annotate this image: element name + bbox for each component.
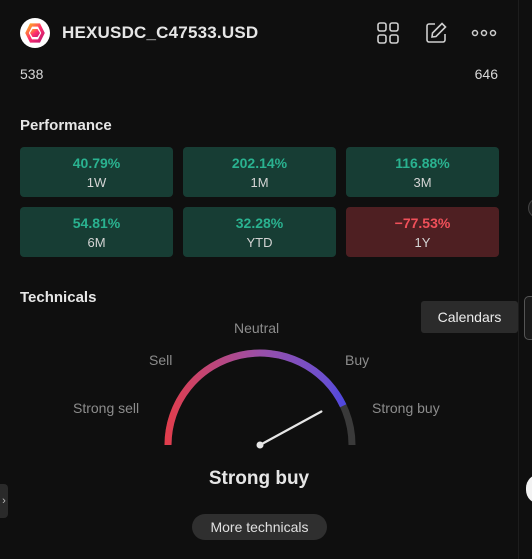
technicals-gauge: Neutral Sell Buy Strong sell Strong buy — [0, 310, 518, 470]
perf-value: 116.88% — [395, 154, 450, 171]
perf-cell-1m[interactable]: 202.14% 1M — [183, 147, 336, 197]
perf-period: 6M — [87, 234, 106, 250]
more-technicals-button[interactable]: More technicals — [192, 514, 327, 540]
gauge-track — [164, 349, 356, 446]
perf-value: 32.28% — [235, 214, 284, 231]
performance-title: Performance — [20, 117, 112, 134]
perf-value: 40.79% — [72, 154, 121, 171]
technicals-verdict: Strong buy — [208, 468, 310, 489]
gauge-fill — [164, 349, 347, 446]
range-low-value: 538 — [20, 66, 44, 82]
perf-value: 54.81% — [72, 214, 121, 231]
performance-grid: 40.79% 1W 202.14% 1M 116.88% 3M 54.81% 6… — [20, 147, 499, 257]
perf-cell-3m[interactable]: 116.88% 3M — [346, 147, 499, 197]
gauge-label-neutral: Neutral — [234, 320, 280, 336]
perf-value: −77.53% — [394, 214, 451, 231]
gauge-label-strong-sell: Strong sell — [73, 400, 140, 416]
range-high-value: 646 — [474, 66, 498, 82]
perf-period: 1W — [86, 174, 107, 190]
perf-period: 3M — [413, 174, 432, 190]
calendars-tooltip: Calendars — [421, 301, 518, 333]
perf-period: YTD — [246, 234, 273, 250]
logo-icon — [20, 18, 50, 48]
gauge-pivot — [256, 441, 264, 449]
perf-cell-6m[interactable]: 54.81% 6M — [20, 207, 173, 257]
perf-period: 1M — [250, 174, 269, 190]
collapse-chevron-icon[interactable]: › — [0, 484, 8, 518]
gauge-label-sell: Sell — [149, 352, 173, 368]
more-icon[interactable] — [468, 18, 500, 48]
symbol-header: HEXUSDC_C47533.USD — [20, 18, 500, 48]
perf-cell-ytd[interactable]: 32.28% YTD — [183, 207, 336, 257]
edit-icon[interactable] — [420, 18, 452, 48]
gauge-label-buy: Buy — [345, 352, 370, 368]
perf-period: 1Y — [414, 234, 431, 250]
perf-cell-1y[interactable]: −77.53% 1Y — [346, 207, 499, 257]
gauge-label-strong-buy: Strong buy — [372, 400, 440, 416]
grid-icon[interactable] — [372, 18, 404, 48]
calendars-sidebar-button[interactable] — [524, 296, 532, 340]
perf-cell-1w[interactable]: 40.79% 1W — [20, 147, 173, 197]
symbol-details-panel: HEXUSDC_C47533.USD 538 646 Performance 4… — [0, 0, 518, 559]
technicals-title: Technicals — [20, 289, 97, 306]
gauge-needle — [258, 410, 323, 447]
symbol-name[interactable]: HEXUSDC_C47533.USD — [62, 23, 258, 43]
perf-value: 202.14% — [231, 154, 288, 171]
right-toolbar-strip — [518, 0, 532, 559]
